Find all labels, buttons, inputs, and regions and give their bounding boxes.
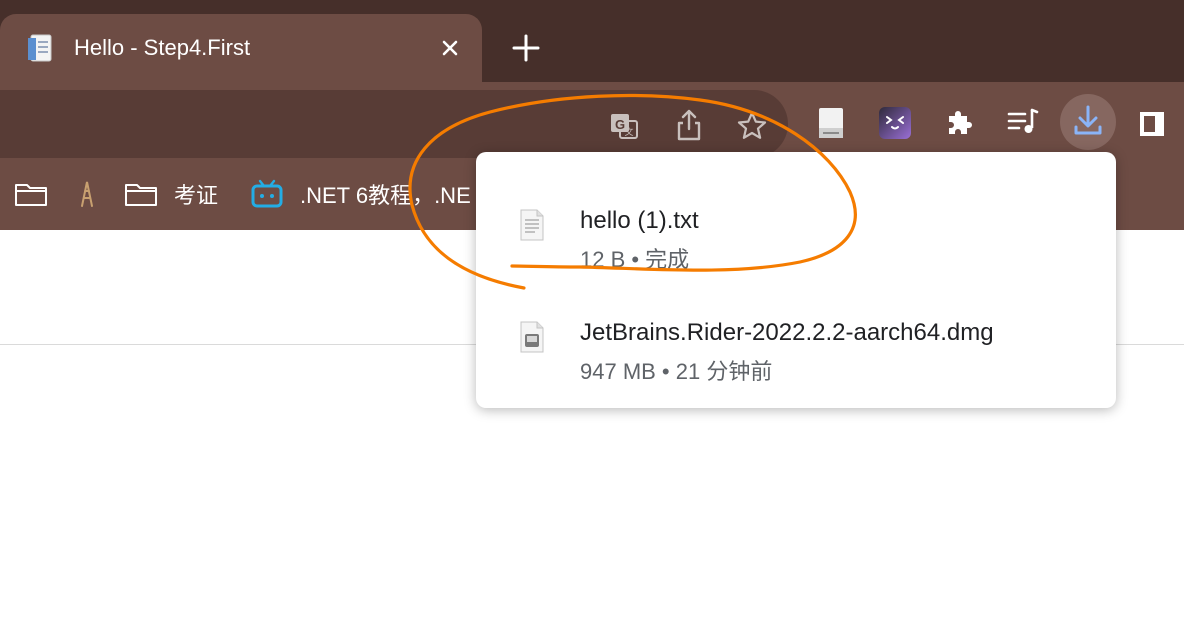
ladder-icon bbox=[81, 181, 93, 207]
bookmark-label: 考证 bbox=[174, 183, 219, 208]
downloads-button[interactable] bbox=[1060, 94, 1116, 150]
tab-title: Hello - Step4.First bbox=[74, 35, 251, 60]
folder-icon bbox=[125, 184, 157, 206]
disk-image-icon bbox=[520, 321, 544, 353]
download-item[interactable]: JetBrains.Rider-2022.2.2-aarch64.dmg 947… bbox=[476, 282, 1116, 394]
toolbar: G 文 bbox=[0, 82, 1184, 158]
close-icon[interactable] bbox=[436, 34, 464, 62]
download-filename: hello (1).txt bbox=[580, 207, 699, 234]
bilibili-icon bbox=[251, 179, 283, 208]
download-filename: JetBrains.Rider-2022.2.2-aarch64.dmg bbox=[580, 319, 994, 346]
bookmark-star-icon[interactable] bbox=[736, 110, 768, 142]
text-file-icon bbox=[520, 209, 544, 241]
active-tab[interactable]: Hello - Step4.First bbox=[0, 14, 482, 82]
bookmark-label: .NET 6教程，.NE bbox=[300, 183, 471, 208]
share-icon[interactable] bbox=[674, 108, 704, 142]
bookmark-folder-2[interactable]: 考证 bbox=[124, 158, 218, 230]
bookmark-bilibili[interactable]: .NET 6教程，.NE bbox=[250, 158, 471, 230]
address-bar[interactable]: G 文 bbox=[0, 90, 788, 158]
new-tab-button[interactable] bbox=[508, 30, 544, 66]
download-item[interactable]: hello (1).txt 12 B • 完成 bbox=[476, 170, 1116, 282]
folder-icon bbox=[15, 184, 47, 206]
download-status: 947 MB • 21 分钟前 bbox=[580, 359, 773, 384]
extension-document-icon[interactable] bbox=[816, 106, 846, 140]
svg-text:文: 文 bbox=[624, 126, 633, 137]
tab-strip: Hello - Step4.First bbox=[0, 0, 1184, 82]
extension-face-icon[interactable] bbox=[878, 106, 912, 140]
extensions-puzzle-icon[interactable] bbox=[944, 106, 976, 138]
side-panel-icon[interactable] bbox=[1138, 110, 1166, 138]
document-icon bbox=[28, 34, 52, 62]
downloads-panel: hello (1).txt 12 B • 完成 JetBrains.Rider-… bbox=[476, 152, 1116, 408]
media-control-icon[interactable] bbox=[1006, 106, 1040, 138]
download-status: 12 B • 完成 bbox=[580, 247, 690, 272]
bookmark-folder-1[interactable] bbox=[14, 158, 98, 230]
download-icon bbox=[1074, 105, 1102, 135]
translate-icon[interactable]: G 文 bbox=[608, 110, 640, 142]
